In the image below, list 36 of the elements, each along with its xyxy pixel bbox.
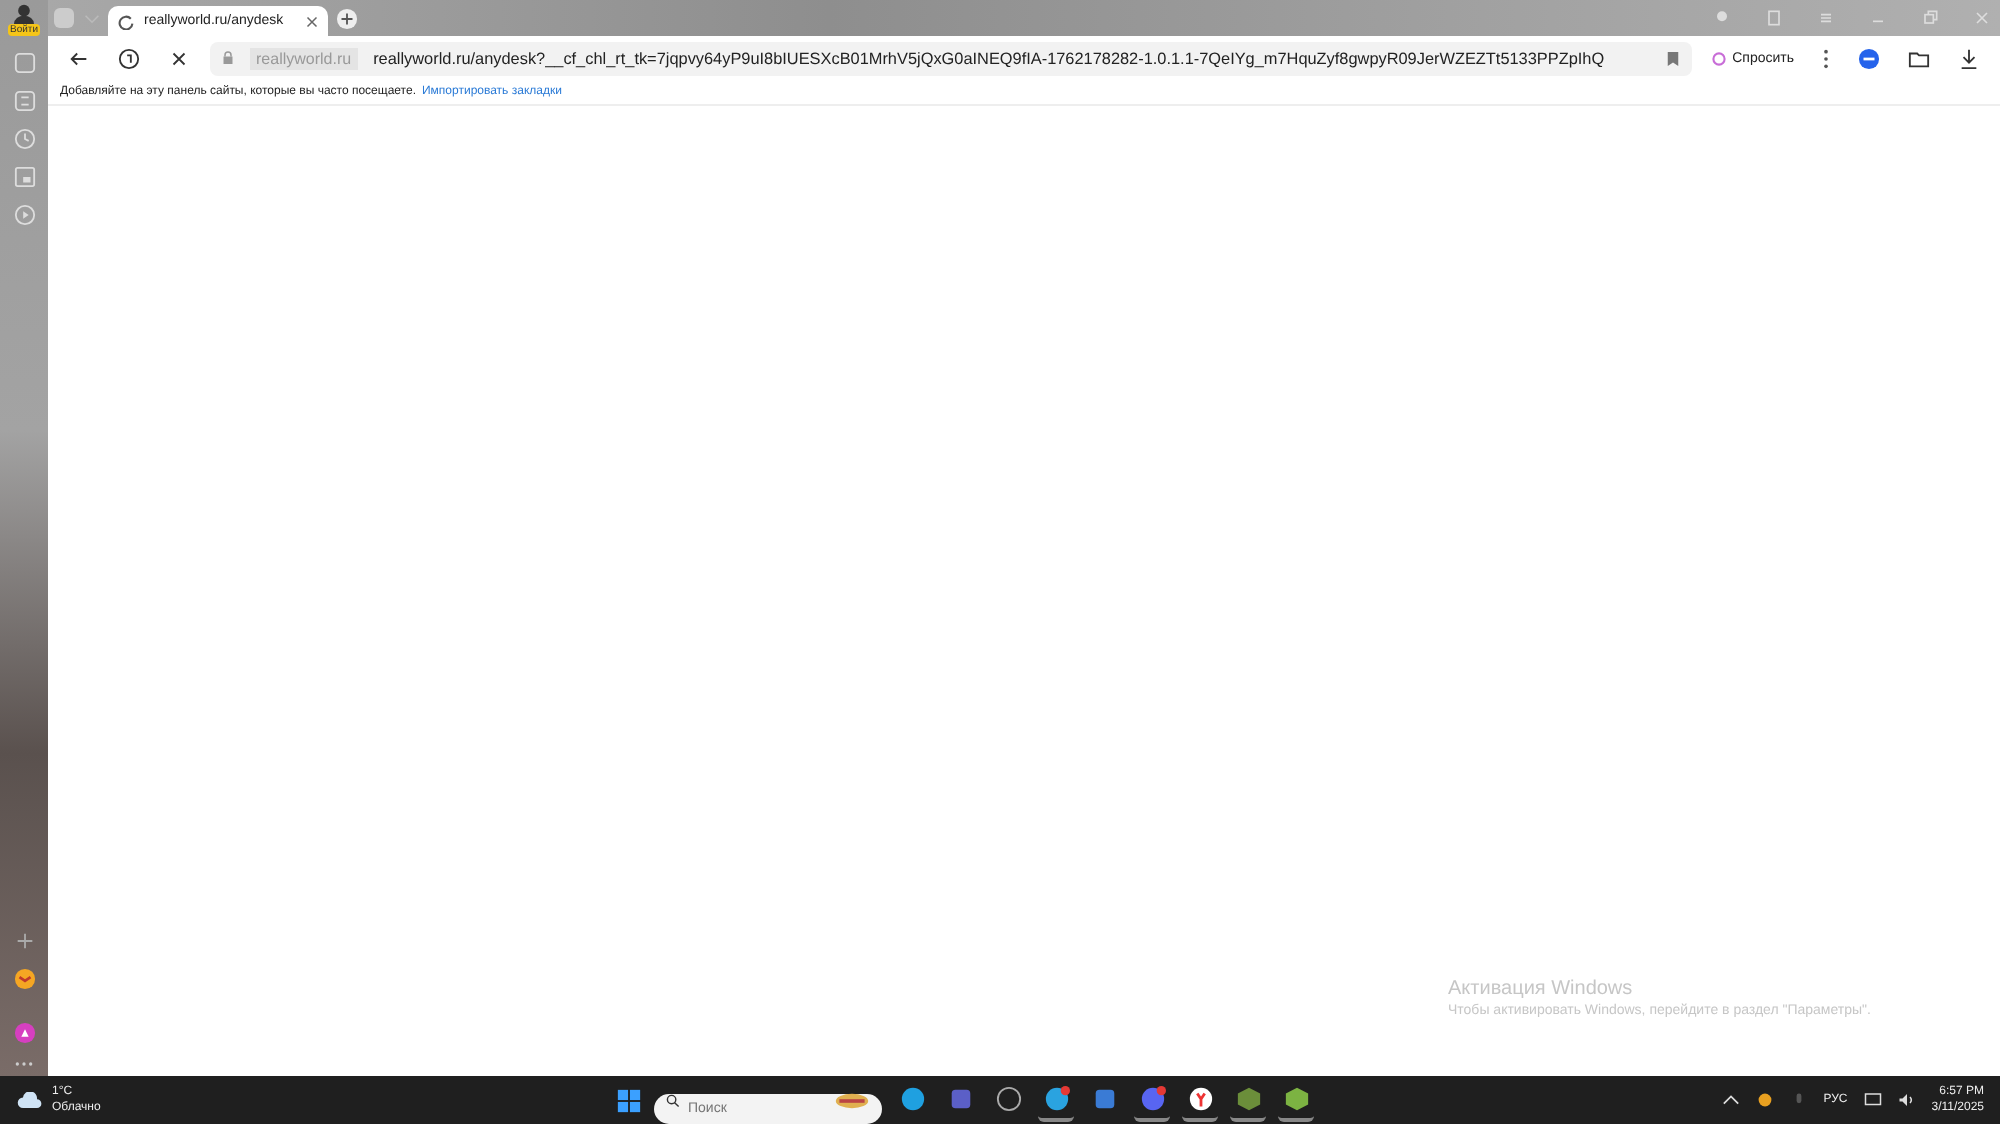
new-tab-icon[interactable] (336, 7, 358, 29)
address-bar[interactable]: reallyworld.ru reallyworld.ru/anydesk?__cf_chl_rt_tk=7jqpvy64yP9uI8bIUESXcB01MrhV5jQxG0aINEQ9fIA-1762178282-1.0.1.1-7QeIYg_m7HquZyf8gwpyR09JerWZEZTt5133PPZpIhQ (210, 41, 1693, 75)
monitor-icon[interactable] (1863, 1092, 1882, 1108)
app-icon (995, 1085, 1021, 1111)
close-icon[interactable] (306, 15, 318, 27)
app-icon (947, 1085, 973, 1111)
browser-icon[interactable] (1858, 47, 1880, 69)
domain-label: reallyworld.ru (250, 47, 358, 69)
url-text: reallyworld.ru/anydesk?__cf_chl_rt_tk=7jqpvy64yP9uI8bIUESXcB01MrhV5jQxG0aINEQ9fIA-1762178282-1.0.1.1-7QeIYg_m7HquZyf8gwpyR09JerWZEZTt5133PPZpIhQ (373, 49, 1605, 67)
app-icon (899, 1085, 925, 1111)
app-icon (1043, 1085, 1069, 1111)
activation-title: Активация Windows (1448, 978, 1635, 1000)
app-icon (1235, 1085, 1261, 1111)
cloud-icon[interactable] (16, 1091, 44, 1109)
app-icon (1139, 1085, 1165, 1111)
start-icon[interactable] (616, 1087, 642, 1113)
download-icon[interactable] (1958, 47, 1980, 69)
stop-icon[interactable] (168, 47, 190, 69)
avatar-icon[interactable] (12, 4, 36, 24)
bookmark-icon[interactable] (1666, 49, 1681, 67)
back-icon[interactable] (68, 47, 90, 69)
app-icon (1187, 1085, 1213, 1111)
tray-app-icon[interactable] (1755, 1092, 1774, 1108)
more-vertical-icon[interactable] (1822, 47, 1830, 69)
assistant-icon[interactable] (13, 1022, 35, 1044)
folder-icon[interactable] (1908, 47, 1930, 69)
lock-icon (222, 50, 234, 66)
app-icon (1091, 1085, 1117, 1111)
app-icon (1283, 1085, 1309, 1111)
chevron-up-icon[interactable] (1721, 1092, 1740, 1108)
hotdog-icon (834, 1091, 870, 1109)
search-icon (666, 1093, 680, 1107)
speaker-icon[interactable] (1897, 1092, 1916, 1108)
more-icon[interactable] (14, 1060, 34, 1068)
protect-icon[interactable] (118, 47, 140, 69)
add-icon[interactable] (13, 930, 35, 952)
